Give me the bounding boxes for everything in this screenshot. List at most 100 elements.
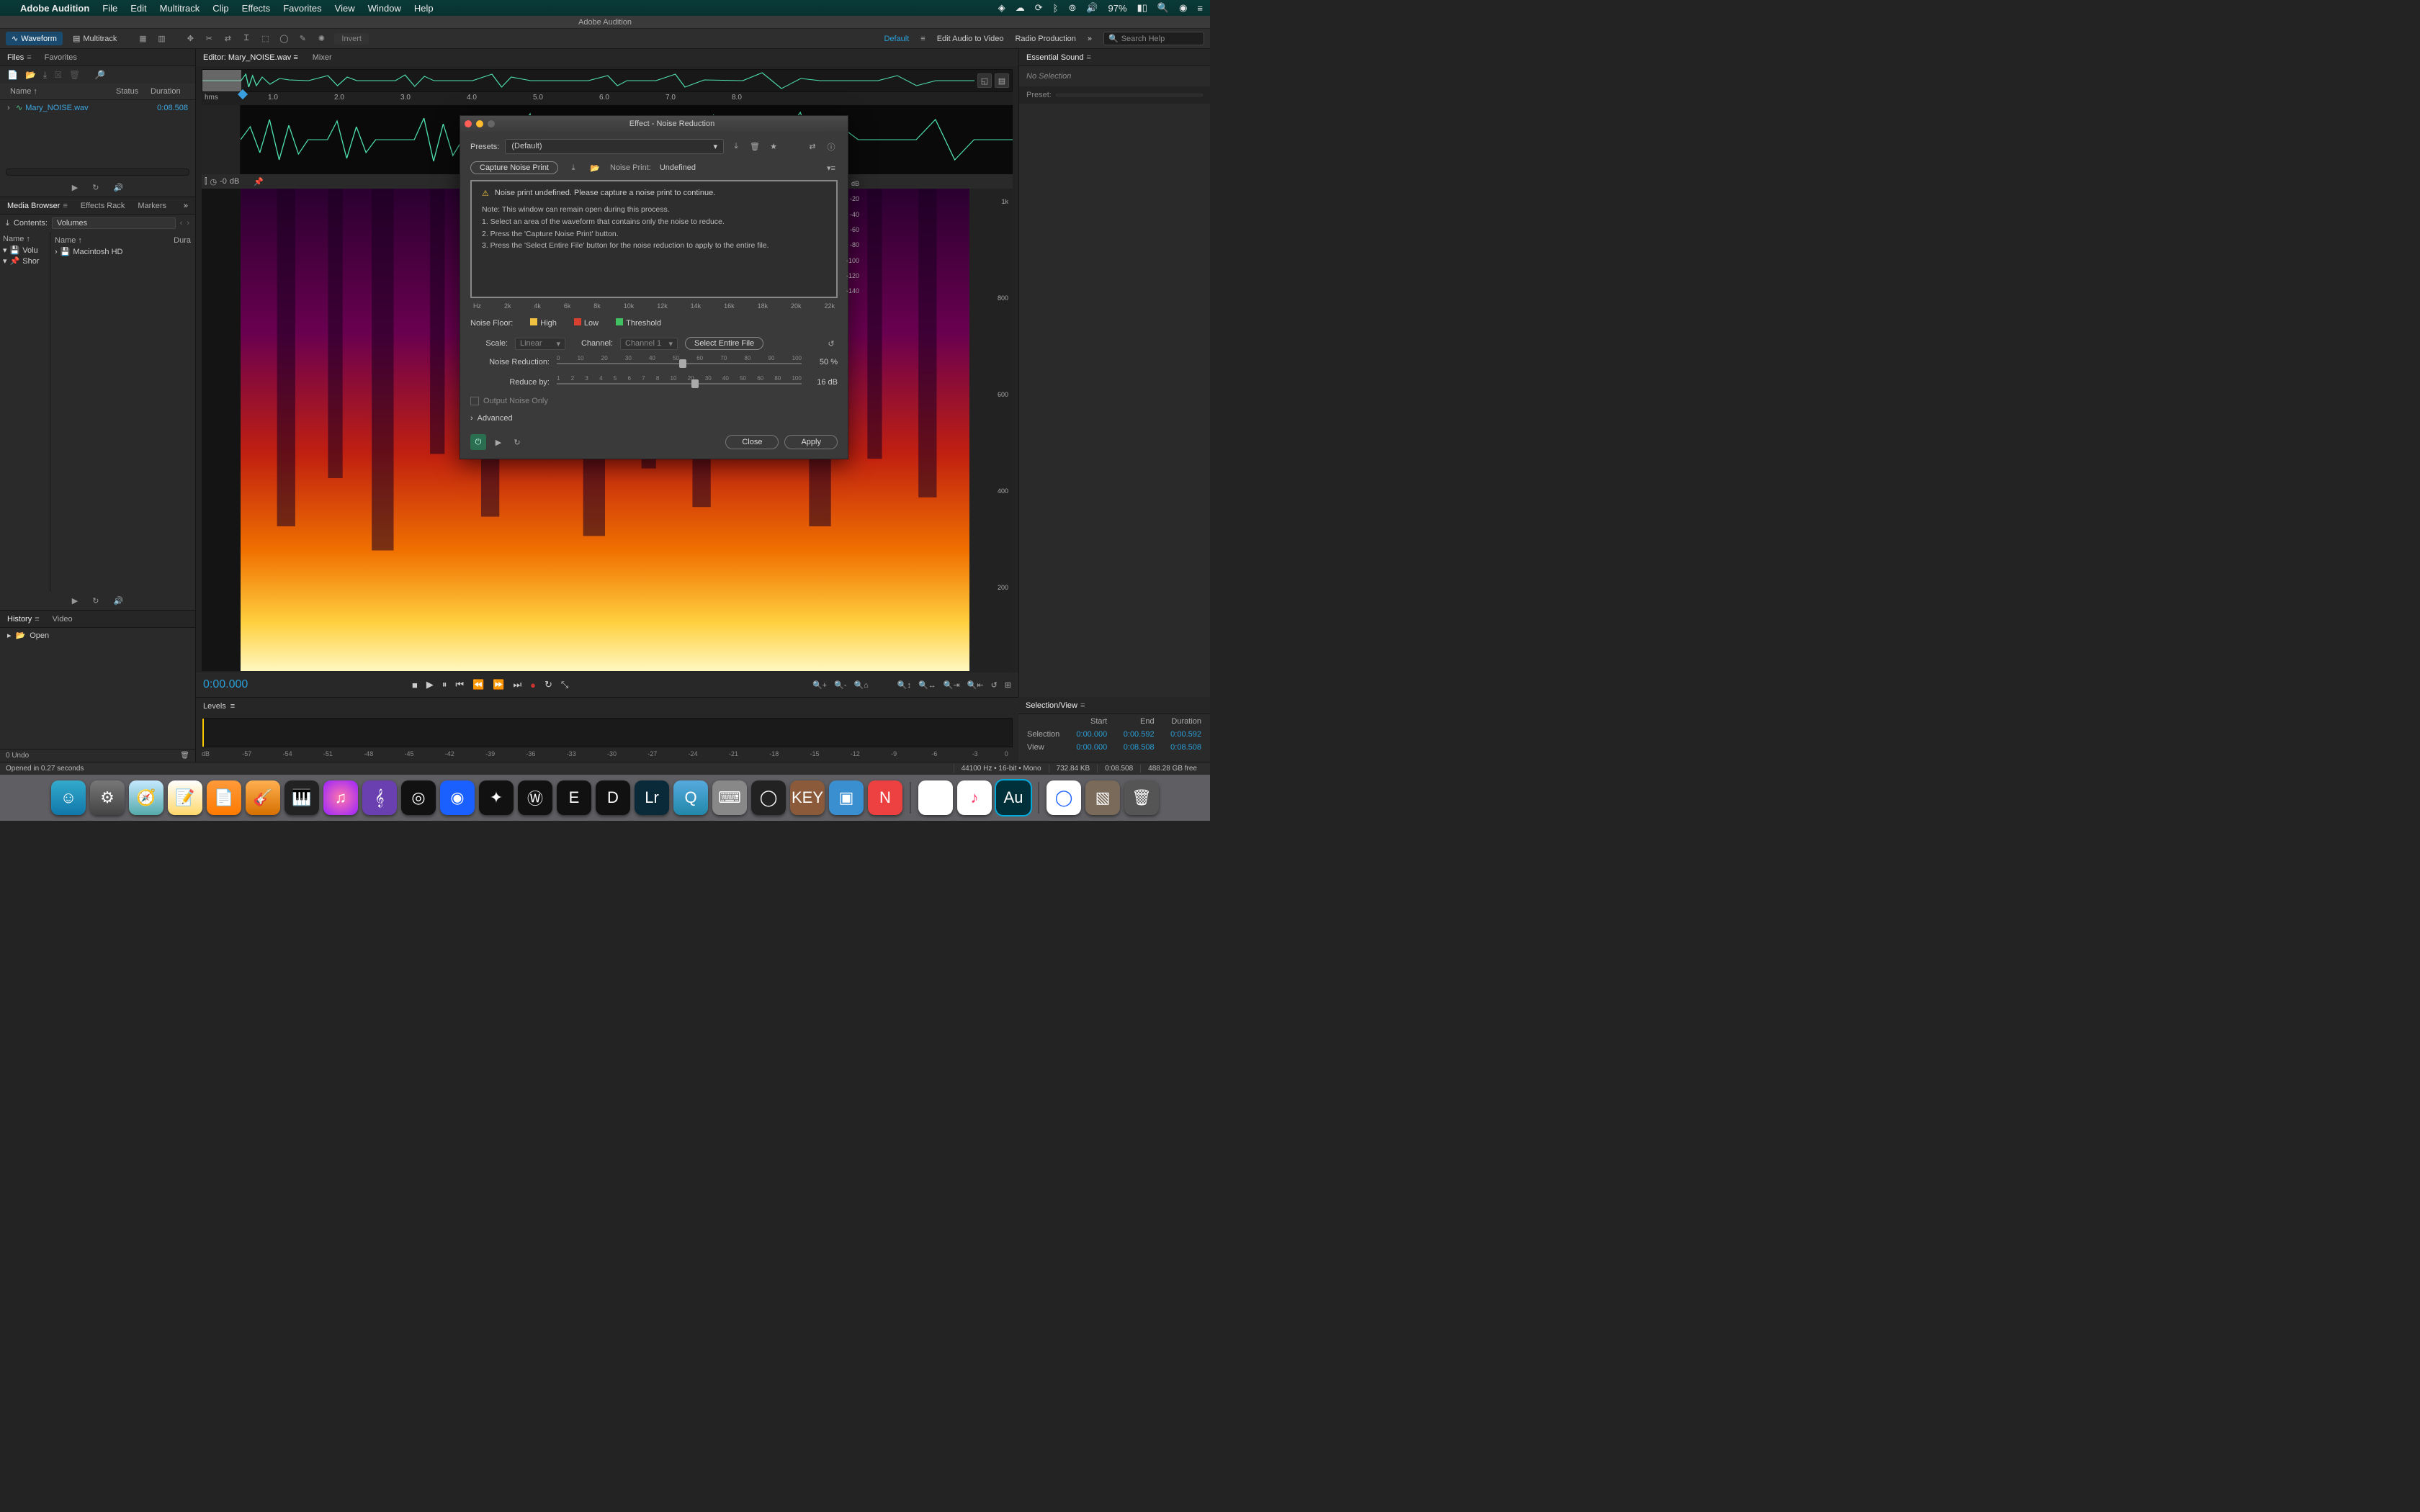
dock-app-d[interactable]: D [596,780,630,815]
go-end-button[interactable]: ⏭ [513,679,521,690]
spectro-selection-region[interactable] [202,189,241,671]
new-file-icon[interactable]: 📄 [7,70,18,80]
dock-logic[interactable]: 🎹 [284,780,319,815]
tab-video[interactable]: Video [53,615,73,624]
preview-loop-icon[interactable]: ↻ [92,183,99,192]
wifi-icon[interactable]: ⊚ [1068,2,1076,14]
dock-pages[interactable]: 📄 [207,780,241,815]
help-icon[interactable]: ⓘ [825,141,838,153]
preview-play-icon[interactable]: ▶ [72,183,78,192]
dock-settings[interactable]: ⚙ [90,780,125,815]
contents-dropdown[interactable]: Volumes [52,217,176,229]
noise-graph[interactable]: ⚠ Noise print undefined. Please capture … [470,180,838,298]
files-scrollbar[interactable] [6,168,189,176]
siri-icon[interactable]: ◉ [1179,2,1187,14]
favorite-icon[interactable]: ★ [767,142,780,151]
dock-trash[interactable]: 🗑 [1124,780,1159,815]
file-row[interactable]: › ∿ Mary_NOISE.wav 0:08.508 [6,102,189,114]
workspace-radio[interactable]: Radio Production [1015,35,1075,43]
browser-insert-icon[interactable]: ↻ [92,596,99,606]
dock-music[interactable]: ♪ [957,780,992,815]
scale-dropdown[interactable]: Linear▾ [515,338,565,350]
record-button[interactable]: ● [530,680,536,690]
skip-selection-button[interactable]: ⤡ [561,679,568,690]
tab-favorites[interactable]: Favorites [45,53,77,62]
menu-edit[interactable]: Edit [130,3,146,14]
pause-button[interactable]: ⏸ [442,679,447,690]
sv-view-start[interactable]: 0:00.000 [1069,742,1114,753]
invert-button[interactable]: Invert [334,33,369,45]
overview-zoom-icon[interactable]: ▤ [995,73,1009,88]
advanced-disclosure[interactable]: › Advanced [470,410,838,427]
dock-finder[interactable]: ☺ [51,780,86,815]
spectral-freq-button[interactable]: ▦ [134,32,151,46]
tab-selection-view[interactable]: Selection/View ≡ [1026,701,1085,710]
dock-garageband[interactable]: 🎸 [246,780,280,815]
preset-dropdown[interactable] [1056,94,1203,96]
preview-autoplay-icon[interactable]: 🔊 [113,183,123,192]
loop-button[interactable]: ↻ [544,679,552,690]
left-col-header[interactable]: Name ↑ [3,233,47,245]
go-start-button[interactable]: ⏮ [455,679,464,690]
history-item[interactable]: ▸📂 Open [0,628,195,643]
dock-wordpress[interactable]: Ⓦ [518,780,552,815]
zoom-toggle-icon[interactable]: ⊞ [1005,680,1011,690]
menu-effects[interactable]: Effects [242,3,271,14]
uad-icon[interactable]: ◈ [998,2,1005,14]
tab-media-browser[interactable]: Media Browser ≡ [7,202,68,210]
close-window-icon[interactable] [465,120,472,127]
reduce-by-value[interactable]: 16 [817,378,825,387]
amplitude-stats-icon[interactable]: ⫿ [205,177,207,186]
zoom-reset-icon[interactable]: 🔍⌂ [853,680,868,690]
volume-row[interactable]: ›💾Macintosh HD [55,246,191,257]
tab-mixer[interactable]: Mixer [313,53,332,62]
minimize-window-icon[interactable] [476,120,483,127]
battery-icon[interactable]: ▮▯ [1137,2,1147,14]
zoom-sel-out-icon[interactable]: 🔍⇤ [967,680,984,690]
dock-app-b[interactable]: ✦ [479,780,514,815]
dock-key[interactable]: KEY [790,780,825,815]
battery-percent[interactable]: 97% [1108,3,1127,14]
tab-files[interactable]: Files ≡ [7,53,32,62]
dock-parallels[interactable]: ▯▮ [918,780,953,815]
graph-menu-icon[interactable]: ▾≡ [825,163,838,173]
pin-icon[interactable]: 📌 [254,177,264,186]
trash-icon[interactable]: 🗑 [69,70,80,80]
waveform-mode-button[interactable]: ∿ Waveform [6,32,63,45]
apply-button[interactable]: Apply [784,435,838,449]
ffwd-button[interactable]: ⏩ [493,679,504,690]
time-ruler[interactable]: hms 1.0 2.0 3.0 4.0 5.0 6.0 7.0 8.0 [202,92,1013,105]
filter-icon[interactable]: 🔎 [94,70,105,80]
reduce-by-slider[interactable]: 12 34 56 78 1020 3040 5060 80100 [557,375,802,390]
sv-sel-dur[interactable]: 0:00.592 [1163,729,1209,740]
dock-sibelius[interactable]: 𝄞 [362,780,397,815]
menubar-app-name[interactable]: Adobe Audition [20,3,89,14]
bluetooth-icon[interactable]: ᛒ [1053,3,1059,14]
browser-play-icon[interactable]: ▶ [72,596,78,606]
noise-reduction-slider[interactable]: 010 2030 4050 6070 8090 100 [557,355,802,369]
output-noise-checkbox[interactable] [470,397,479,405]
workspace-default[interactable]: Default [884,35,909,43]
load-noiseprint-icon[interactable]: 📂 [588,163,601,173]
dock-lightroom[interactable]: Lr [635,780,669,815]
effect-power-button[interactable]: ⏻ [470,434,486,450]
workspace-menu-icon[interactable]: ≡ [920,35,925,43]
panel-overflow-icon[interactable]: » [184,202,188,210]
dock-1password[interactable]: ◯ [1047,780,1081,815]
shortcut-icon[interactable]: ⤓ [6,219,9,228]
col-duration[interactable]: Duration [148,86,188,97]
trash-history-icon[interactable]: 🗑 [180,752,189,760]
sv-sel-end[interactable]: 0:00.592 [1116,729,1161,740]
right-col-name[interactable]: Name ↑ [55,236,82,245]
play-button[interactable]: ▶ [426,679,434,690]
dock-notes[interactable]: 📝 [168,780,202,815]
select-entire-file-button[interactable]: Select Entire File [685,337,763,350]
workspace-more-icon[interactable]: » [1088,35,1092,43]
marquee-tool[interactable]: ⬚ [256,32,274,46]
menu-clip[interactable]: Clip [212,3,228,14]
tab-essential-sound[interactable]: Essential Sound ≡ [1026,53,1091,62]
dock-midi[interactable]: ⌨ [712,780,747,815]
menu-help[interactable]: Help [414,3,434,14]
tree-shortcuts[interactable]: ▾📌Shor [3,256,47,266]
razor-tool[interactable]: ✂ [200,32,218,46]
